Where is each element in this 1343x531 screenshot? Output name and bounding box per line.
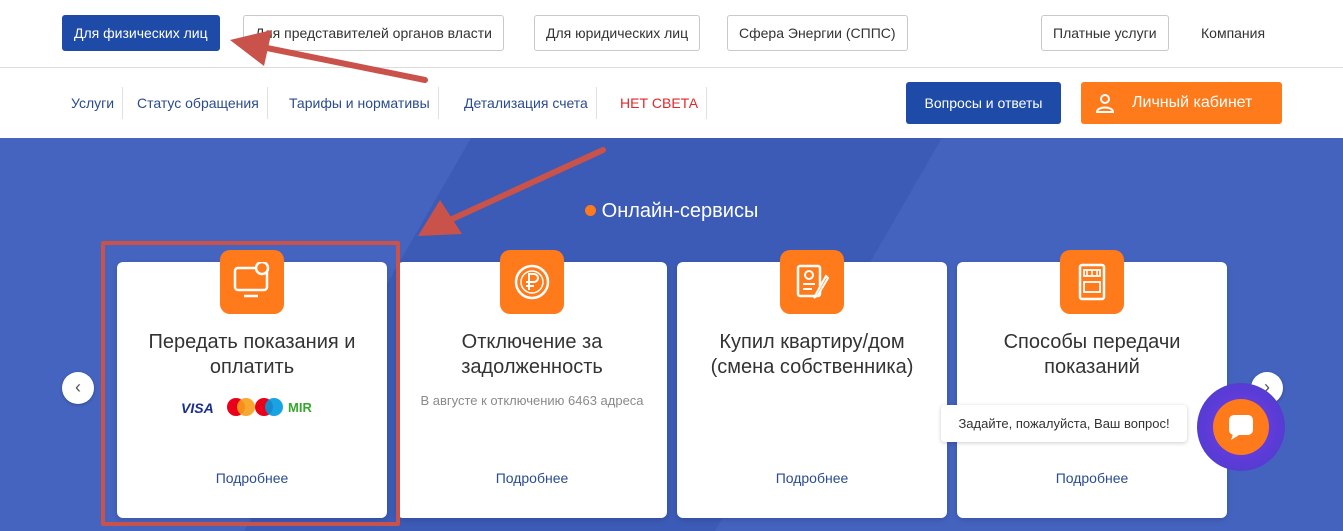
nav-services[interactable]: Услуги: [63, 87, 124, 119]
mastercard-logo-icon: [227, 398, 255, 416]
nav-bill-details[interactable]: Детализация счета: [456, 87, 597, 119]
company-link[interactable]: Компания: [1201, 15, 1265, 51]
faq-button[interactable]: Вопросы и ответы: [906, 82, 1061, 124]
more-link[interactable]: Подробнее: [957, 470, 1227, 486]
mir-logo: MIR: [288, 400, 312, 415]
card-title: Отключение за задолженность: [461, 331, 603, 378]
tab-authorities[interactable]: Для представителей органов власти: [243, 15, 504, 51]
service-card-readings-payment[interactable]: Передать показания и оплатить VISA MIR П…: [117, 250, 387, 518]
bullet-dot-icon: [584, 205, 596, 216]
user-icon: [1095, 94, 1115, 113]
payment-logos: VISA MIR: [181, 398, 331, 420]
card-title: Передать показания и оплатить: [148, 331, 356, 378]
service-card-owner-change[interactable]: Купил квартиру/дом (смена собственника) …: [677, 250, 947, 518]
chat-button[interactable]: [1197, 383, 1285, 471]
document-pen-icon: [780, 250, 844, 314]
more-link[interactable]: Подробнее: [117, 470, 387, 486]
personal-cabinet-button[interactable]: Личный кабинет: [1081, 82, 1282, 124]
section-title: Онлайн-сервисы: [0, 200, 1343, 223]
tab-energy-sphere[interactable]: Сфера Энергии (СППС): [727, 15, 908, 51]
tab-legal-entities[interactable]: Для юридических лиц: [534, 15, 701, 51]
visa-logo: VISA: [181, 400, 214, 416]
maestro-logo-icon: [255, 398, 283, 416]
carousel-prev-button[interactable]: ‹: [62, 372, 94, 404]
service-card-reading-methods[interactable]: Способы передачи показаний Подробнее: [957, 250, 1227, 518]
card-title: Купил квартиру/дом (смена собственника): [710, 331, 914, 378]
nav-tariffs[interactable]: Тарифы и нормативы: [281, 87, 439, 119]
online-services-section: Онлайн-сервисы Передать показания и опла…: [0, 138, 1343, 531]
main-nav: Услуги Статус обращения Тарифы и нормати…: [0, 69, 1343, 138]
tab-paid-services[interactable]: Платные услуги: [1041, 15, 1169, 51]
personal-cabinet-label: Личный кабинет: [1132, 94, 1253, 111]
more-link[interactable]: Подробнее: [397, 470, 667, 486]
ruble-coin-icon: [500, 250, 564, 314]
meter-icon: [1060, 250, 1124, 314]
chat-bubble-icon: [1229, 415, 1253, 440]
card-subtitle: В августе к отключению 6463 адреса: [420, 393, 644, 408]
audience-bar: Для физических лиц Для представителей ор…: [0, 0, 1343, 68]
card-title: Способы передачи показаний: [1003, 331, 1181, 378]
chat-tooltip[interactable]: Задайте, пожалуйста, Ваш вопрос!: [941, 405, 1187, 442]
tab-individuals[interactable]: Для физических лиц: [62, 15, 220, 51]
nav-power-outage[interactable]: НЕТ СВЕТА: [612, 87, 708, 119]
more-link[interactable]: Подробнее: [677, 470, 947, 486]
monitor-icon: [220, 250, 284, 314]
nav-request-status[interactable]: Статус обращения: [129, 87, 268, 119]
service-card-debt-disconnection[interactable]: Отключение за задолженность В августе к …: [397, 250, 667, 518]
